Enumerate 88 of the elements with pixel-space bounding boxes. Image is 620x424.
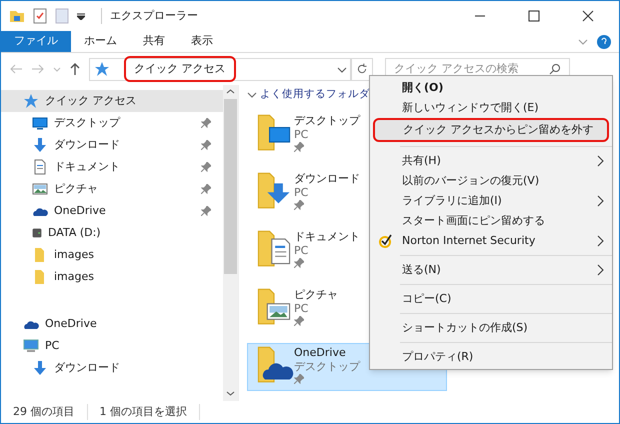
nav-item[interactable]: images <box>1 266 223 288</box>
chevron-right-icon <box>596 195 604 207</box>
down-arrow-icon <box>32 360 48 376</box>
search-icon <box>549 63 561 75</box>
up-arrow-icon[interactable] <box>69 62 81 76</box>
search-placeholder: クイック アクセスの検索 <box>394 60 520 77</box>
folder-name: ピクチャ <box>294 288 338 302</box>
menu-item[interactable]: クイック アクセスからピン留めを外す <box>373 118 609 142</box>
pin-icon <box>294 316 304 326</box>
nav-item[interactable]: ダウンロード <box>1 134 223 156</box>
menu-item[interactable]: 送る(N) <box>370 260 612 280</box>
chevron-right-icon <box>596 264 604 276</box>
scrollbar-thumb[interactable] <box>224 99 237 274</box>
monitor-icon <box>32 115 48 131</box>
status-text: 29 個の項目 <box>13 404 88 420</box>
chevron-down-icon[interactable] <box>247 90 257 100</box>
nav-label: クイック アクセス <box>45 92 138 109</box>
nav-item[interactable]: ダウンロード <box>1 357 223 379</box>
folder-location: PC <box>294 244 310 258</box>
menu-item[interactable]: Norton Internet Security <box>370 231 612 251</box>
pin-icon <box>294 374 304 384</box>
star-icon <box>23 93 39 109</box>
nav-item[interactable]: OneDrive <box>1 200 223 222</box>
chevron-right-icon <box>596 235 604 247</box>
star-icon <box>94 61 110 77</box>
nav-label: DATA (D:) <box>48 224 102 241</box>
nav-item[interactable]: デスクトップ <box>1 112 223 134</box>
checkmark-badge-icon <box>378 234 392 248</box>
nav-label: OneDrive <box>45 316 98 332</box>
nav-label: ダウンロード <box>54 136 121 153</box>
menu-item[interactable]: ショートカットの作成(S) <box>370 318 612 338</box>
menu-item[interactable]: スタート画面にピン留めする <box>370 211 612 231</box>
drive-icon <box>32 228 42 238</box>
pin-icon <box>201 184 211 194</box>
group-header: よく使用するフォルダ <box>260 87 370 102</box>
nav-label: images <box>54 268 95 285</box>
address-path: クイック アクセス <box>124 56 236 82</box>
status-text: 1 個の項目を選択 <box>100 404 200 420</box>
folder-name: OneDrive <box>294 346 347 360</box>
nav-label: ピクチャ <box>54 180 99 197</box>
nav-item[interactable]: OneDrive <box>1 313 223 335</box>
address-bar[interactable]: クイック アクセス <box>89 58 351 80</box>
folder-name: ダウンロード <box>294 172 360 186</box>
folder-name: ドキュメント <box>294 230 360 244</box>
pin-icon <box>201 118 211 128</box>
folder-icon <box>9 8 25 24</box>
checklist-icon[interactable] <box>33 8 47 24</box>
pin-icon <box>294 258 304 268</box>
down-arrow-icon <box>32 137 48 153</box>
nav-label: ドキュメント <box>54 158 121 175</box>
nav-label: デスクトップ <box>54 114 122 131</box>
chevron-right-icon <box>596 155 604 167</box>
ribbon-tab[interactable]: 共有 <box>130 31 178 52</box>
menu-item[interactable]: 開く(O) <box>370 78 612 98</box>
nav-item[interactable]: ドキュメント <box>1 156 223 178</box>
nav-label: ダウンロード <box>54 360 121 376</box>
menu-item[interactable]: ライブラリに追加(I) <box>370 191 612 211</box>
pin-icon <box>201 206 211 216</box>
folder-location: デスクトップ <box>294 360 360 374</box>
document-icon <box>32 159 48 175</box>
pin-icon <box>294 200 304 210</box>
nav-item[interactable]: クイック アクセス <box>1 90 223 112</box>
ribbon-tab[interactable]: 表示 <box>178 31 226 52</box>
nav-item[interactable]: PC <box>1 335 223 357</box>
nav-label: PC <box>45 338 60 354</box>
pin-icon <box>201 162 211 172</box>
menu-item[interactable]: 新しいウィンドウで開く(E) <box>370 98 612 118</box>
folder-location: PC <box>294 128 310 142</box>
pin-icon <box>294 142 304 152</box>
ribbon-tab[interactable]: ホーム <box>71 31 130 52</box>
computer-icon <box>23 338 39 354</box>
window-title: エクスプローラー <box>101 8 198 24</box>
nav-label: images <box>54 246 95 263</box>
ribbon-tab[interactable]: ファイル <box>1 31 71 52</box>
menu-item[interactable]: 以前のバージョンの復元(V) <box>370 171 612 191</box>
dropdown-icon[interactable] <box>77 12 85 20</box>
nav-item[interactable]: ピクチャ <box>1 178 223 200</box>
folder-location: PC <box>294 302 310 316</box>
folder-location: PC <box>294 186 310 200</box>
nav-item[interactable]: images <box>1 244 223 266</box>
folder-name: デスクトップ <box>294 114 360 128</box>
nav-label: OneDrive <box>54 202 107 219</box>
nav-item[interactable]: DATA (D:) <box>1 222 223 244</box>
pin-icon <box>201 140 211 150</box>
picture-icon <box>32 181 48 197</box>
menu-item[interactable]: コピー(C) <box>370 289 612 309</box>
scrollbar[interactable] <box>223 85 238 401</box>
menu-item[interactable]: 共有(H) <box>370 151 612 171</box>
